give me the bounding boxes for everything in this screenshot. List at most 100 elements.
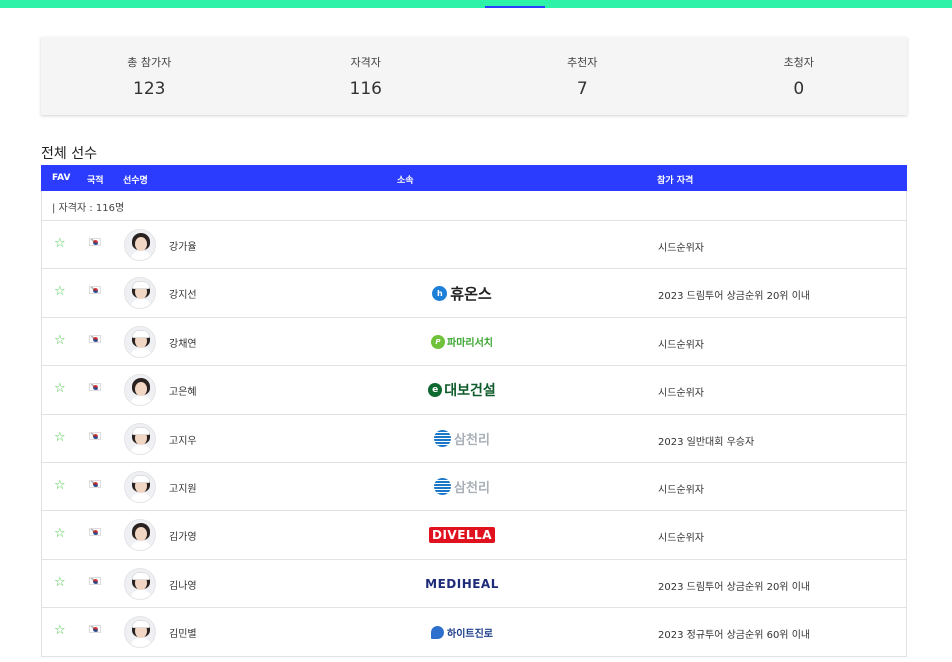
affiliation-name: MEDIHEAL [425,576,499,591]
player-name[interactable]: 김나영 [169,577,197,592]
header-qualification[interactable]: 참가 자격 [657,173,693,186]
header-name[interactable]: 선수명 [123,173,148,186]
stat-label: 총 참가자 [127,56,172,69]
player-name[interactable]: 김민별 [169,625,197,640]
korea-flag-icon [89,479,101,488]
favorite-star-icon[interactable]: ☆ [54,576,66,589]
stat-label: 추천자 [567,56,598,69]
favorite-star-icon[interactable]: ☆ [54,624,66,637]
stat-value: 7 [576,79,588,99]
group-label-row: | 자격자 : 116명 [41,191,907,221]
stat-label: 자격자 [350,56,381,69]
logo-mark-icon: e [428,383,443,398]
affiliation-name: 삼천리 [454,481,490,497]
player-avatar[interactable] [124,374,156,407]
korea-flag-icon [89,625,101,634]
favorite-star-icon[interactable]: ☆ [54,382,66,395]
affiliation-name: 파마리서치 [447,338,493,350]
table-row[interactable]: ☆ 고은혜 e 대보건설 시드순위자 [41,366,907,415]
player-avatar[interactable] [124,616,156,649]
favorite-star-icon[interactable]: ☆ [54,285,66,298]
favorite-star-icon[interactable]: ☆ [54,479,66,492]
player-name[interactable]: 고은혜 [169,383,197,398]
stat-recommended: 추천자 7 [474,37,691,115]
stat-invited: 초청자 0 [691,37,908,115]
player-avatar[interactable] [124,325,156,358]
stats-panel: 총 참가자 123 자격자 116 추천자 7 초청자 0 [41,37,907,115]
section-title: 전체 선수 [41,146,97,162]
logo-mark-icon [431,625,444,639]
affiliation-logo: P 파마리서치 [382,328,542,356]
qualification-text: 시드순위자 [658,243,704,254]
korea-flag-icon [89,528,101,537]
favorite-star-icon[interactable]: ☆ [54,334,66,347]
sponsor-logo: 삼천리 [434,429,490,448]
player-avatar[interactable] [124,567,156,600]
sponsor-logo: DIVELLA [429,527,495,544]
stat-qualified: 자격자 116 [258,37,475,115]
table-row[interactable]: ☆ 김나영 MEDIHEAL 2023 드림투어 상금순위 20위 이내 [41,559,907,609]
favorite-star-icon[interactable]: ☆ [54,431,66,444]
top-accent-bar [0,0,952,8]
players-table: FAV 국적 선수명 소속 참가 자격 | 자격자 : 116명 ☆ 강가율 시드순… [41,165,907,657]
player-avatar[interactable] [124,470,156,503]
table-row[interactable]: ☆ 김가영 DIVELLA 시드순위자 [41,511,907,560]
qualification-text: 시드순위자 [658,388,704,400]
header-affiliation[interactable]: 소속 [397,173,414,186]
qualification-text: 2023 정규투어 상금순위 60위 이내 [658,630,811,642]
affiliation-logo: MEDIHEAL [382,570,542,598]
player-name[interactable]: 김가영 [169,528,197,543]
table-row[interactable]: ☆ 고지우 삼천리 2023 일반대회 우승자 [41,414,907,463]
affiliation-logo [382,231,542,259]
sponsor-logo: P 파마리서치 [431,334,493,349]
table-row[interactable]: ☆ 고지원 삼천리 시드순위자 [41,462,907,512]
affiliation-name: 대보건설 [444,383,496,400]
table-row[interactable]: ☆ 강지선 h 휴온스 2023 드림투어 상금순위 20위 이내 [41,269,907,318]
active-tab-indicator [485,6,545,8]
table-header: FAV 국적 선수명 소속 참가 자격 [41,165,907,191]
stat-value: 116 [349,79,382,99]
qualification-text: 2023 일반대회 우승자 [658,436,755,448]
affiliation-logo: DIVELLA [382,521,542,549]
player-name[interactable]: 고지원 [169,480,197,495]
korea-flag-icon [89,576,101,585]
header-fav[interactable]: FAV [52,173,70,183]
logo-mark-icon [434,478,452,496]
qualification-text: 시드순위자 [658,339,704,351]
qualification-text: 시드순위자 [658,533,704,545]
affiliation-logo: e 대보건설 [382,376,542,404]
player-name[interactable]: 고지우 [169,432,197,447]
logo-mark-icon: h [432,285,448,301]
korea-flag-icon [89,383,101,392]
header-nationality[interactable]: 국적 [87,173,104,186]
favorite-star-icon[interactable]: ☆ [54,527,66,540]
logo-mark-icon [434,430,452,448]
affiliation-logo: h 휴온스 [382,279,542,307]
affiliation-logo: 삼천리 [382,425,542,453]
qualification-text: 2023 드림투어 상금순위 20위 이내 [658,581,811,593]
player-avatar[interactable] [124,277,156,310]
stat-total: 총 참가자 123 [41,37,258,115]
qualification-text: 2023 드림투어 상금순위 20위 이내 [658,291,811,303]
player-avatar[interactable] [124,519,156,552]
player-avatar[interactable] [124,422,156,455]
favorite-star-icon[interactable]: ☆ [54,237,66,250]
player-avatar[interactable] [124,229,156,261]
affiliation-logo: 삼천리 [382,473,542,501]
sponsor-logo: MEDIHEAL [425,577,499,591]
korea-flag-icon [89,286,101,295]
table-row[interactable]: ☆ 강채연 P 파마리서치 시드순위자 [41,317,907,367]
sponsor-logo: 하이트진로 [431,625,493,640]
affiliation-name: 하이트진로 [447,628,493,640]
korea-flag-icon [89,238,101,246]
player-name[interactable]: 강가율 [169,238,197,253]
table-row[interactable]: ☆ 김민별 하이트진로 2023 정규투어 상금순위 60위 이내 [41,608,907,657]
player-name[interactable]: 강지선 [169,286,197,301]
qualification-text: 시드순위자 [658,484,704,496]
stat-value: 123 [133,79,166,99]
player-name[interactable]: 강채연 [169,335,197,350]
table-row[interactable]: ☆ 강가율 시드순위자 [41,221,907,270]
korea-flag-icon [89,431,101,440]
affiliation-name: 휴온스 [450,284,492,303]
sponsor-logo: e 대보건설 [428,380,496,400]
